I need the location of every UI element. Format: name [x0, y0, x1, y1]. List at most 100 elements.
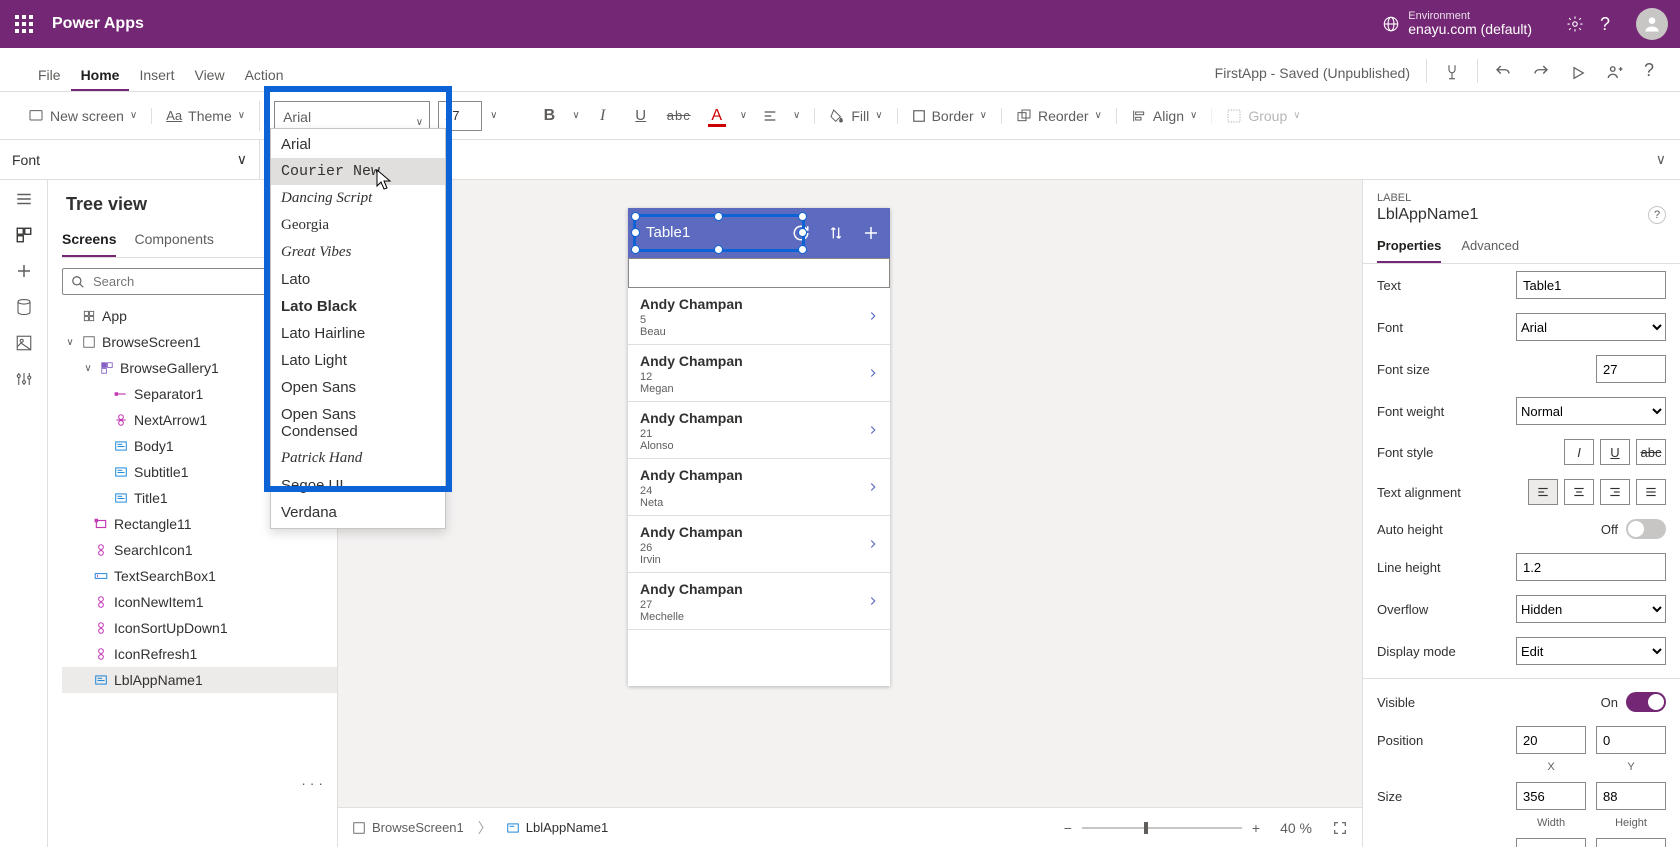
size-w-input[interactable] — [1516, 782, 1586, 810]
font-option[interactable]: Patrick Hand — [271, 445, 445, 472]
italic-button[interactable]: I — [588, 101, 618, 131]
prop-strike-btn[interactable]: abc — [1636, 439, 1666, 465]
prop-underline-btn[interactable]: U — [1600, 439, 1630, 465]
chevron-right-icon[interactable] — [866, 309, 880, 323]
tree-node-textsearchbox[interactable]: TextSearchBox1 — [62, 563, 337, 589]
app-checker-icon[interactable] — [1433, 57, 1471, 91]
pad-top-input[interactable] — [1516, 838, 1586, 847]
text-align-button[interactable] — [755, 101, 785, 131]
zoom-slider[interactable] — [1082, 827, 1242, 829]
tree-node-searchicon[interactable]: SearchIcon1 — [62, 537, 337, 563]
font-option[interactable]: Open Sans — [271, 374, 445, 401]
visible-toggle[interactable] — [1626, 692, 1666, 712]
size-h-input[interactable] — [1596, 782, 1666, 810]
font-option[interactable]: Lato — [271, 266, 445, 293]
tree-tab-screens[interactable]: Screens — [62, 225, 116, 257]
tree-node-lblappname[interactable]: LblAppName1 — [62, 667, 337, 693]
font-option[interactable]: Segoe UI — [271, 472, 445, 499]
crumb-control[interactable]: LblAppName1 — [506, 820, 608, 835]
font-option[interactable]: Open Sans Condensed — [271, 401, 445, 445]
pos-y-input[interactable] — [1596, 726, 1666, 754]
gallery-item[interactable]: Andy Champan24Neta — [628, 459, 890, 516]
canvas[interactable]: Table1 Andy Champan5BeauAndy Champan12Me… — [338, 180, 1362, 847]
zoom-in[interactable]: + — [1252, 820, 1260, 836]
font-option[interactable]: Georgia — [271, 212, 445, 239]
align-left-btn[interactable] — [1528, 479, 1558, 505]
undo-icon[interactable] — [1484, 57, 1522, 91]
add-icon[interactable] — [862, 224, 880, 242]
crumb-screen[interactable]: BrowseScreen1 — [352, 820, 464, 835]
fit-icon[interactable] — [1332, 820, 1348, 836]
gallery-item[interactable]: Andy Champan12Megan — [628, 345, 890, 402]
border-button[interactable]: Border∨ — [897, 108, 987, 124]
theme-button[interactable]: Aa Theme∨ — [151, 108, 245, 124]
font-option[interactable]: Lato Hairline — [271, 320, 445, 347]
sort-icon[interactable] — [828, 225, 844, 241]
prop-italic-btn[interactable]: I — [1564, 439, 1594, 465]
zoom-out[interactable]: − — [1064, 820, 1072, 836]
fill-button[interactable]: Fill∨ — [814, 108, 882, 124]
help-tab-icon[interactable]: ? — [1634, 54, 1664, 91]
tree-node-iconsort[interactable]: IconSortUpDown1 — [62, 615, 337, 641]
property-selector[interactable]: Font ∨ — [0, 140, 260, 179]
rail-hamburger[interactable] — [15, 190, 33, 208]
font-dropdown-list[interactable]: ArialCourier NewDancing ScriptGeorgiaGre… — [270, 128, 446, 529]
chevron-right-icon[interactable] — [866, 423, 880, 437]
redo-icon[interactable] — [1522, 57, 1560, 91]
bold-button[interactable]: B — [534, 101, 564, 131]
tab-home[interactable]: Home — [71, 57, 130, 91]
prop-help-icon[interactable]: ? — [1648, 206, 1666, 224]
overflow-select[interactable]: Hidden — [1516, 595, 1666, 623]
line-height-input[interactable] — [1516, 553, 1666, 581]
font-option[interactable]: Great Vibes — [271, 239, 445, 266]
gallery-item[interactable]: Andy Champan27Mechelle — [628, 573, 890, 630]
gallery-item[interactable]: Andy Champan26Irvin — [628, 516, 890, 573]
font-option[interactable]: Lato Light — [271, 347, 445, 374]
align-right-btn[interactable] — [1600, 479, 1630, 505]
font-size-input[interactable] — [438, 101, 482, 131]
prop-fontsize-input[interactable] — [1596, 355, 1666, 383]
tree-node-iconrefresh[interactable]: IconRefresh1 — [62, 641, 337, 667]
font-color-button[interactable]: A — [702, 101, 732, 131]
rail-data[interactable] — [15, 298, 33, 316]
chevron-right-icon[interactable] — [866, 366, 880, 380]
pad-bottom-input[interactable] — [1596, 838, 1666, 847]
gallery-item[interactable]: Andy Champan21Alonso — [628, 402, 890, 459]
chevron-right-icon[interactable] — [866, 480, 880, 494]
pos-x-input[interactable] — [1516, 726, 1586, 754]
prop-tab-properties[interactable]: Properties — [1377, 232, 1441, 263]
chevron-right-icon[interactable] — [866, 537, 880, 551]
tree-node-iconnew[interactable]: IconNewItem1 — [62, 589, 337, 615]
reorder-button[interactable]: Reorder∨ — [1001, 108, 1102, 124]
play-icon[interactable] — [1560, 59, 1596, 91]
prop-text-input[interactable] — [1516, 271, 1666, 299]
font-option[interactable]: Courier New — [271, 158, 445, 185]
font-combo[interactable]: Arial ∨ — [274, 101, 430, 131]
auto-height-toggle[interactable] — [1626, 519, 1666, 539]
font-option[interactable]: Verdana — [271, 499, 445, 526]
settings-icon[interactable] — [1566, 15, 1584, 33]
displaymode-select[interactable]: Edit — [1516, 637, 1666, 665]
rail-media[interactable] — [15, 334, 33, 352]
rail-insert[interactable] — [15, 262, 33, 280]
align-center-btn[interactable] — [1564, 479, 1594, 505]
rail-treeview[interactable] — [15, 226, 33, 244]
tab-insert[interactable]: Insert — [129, 57, 184, 91]
align-justify-btn[interactable] — [1636, 479, 1666, 505]
user-avatar[interactable] — [1636, 8, 1668, 40]
underline-button[interactable]: U — [626, 101, 656, 131]
waffle-icon[interactable] — [0, 15, 48, 33]
environment-picker[interactable]: Environment enayu.com (default) — [1382, 10, 1532, 37]
strike-button[interactable]: abc — [664, 101, 694, 131]
preview-search[interactable] — [628, 258, 890, 288]
font-option[interactable]: Arial — [271, 131, 445, 158]
new-screen-button[interactable]: New screen∨ — [28, 108, 137, 124]
chevron-right-icon[interactable] — [866, 594, 880, 608]
font-option[interactable]: Lato Black — [271, 293, 445, 320]
tab-action[interactable]: Action — [235, 57, 294, 91]
tab-file[interactable]: File — [28, 57, 71, 91]
share-icon[interactable] — [1596, 57, 1634, 91]
tree-context-button[interactable]: · · · — [301, 775, 323, 791]
gallery-item[interactable]: Andy Champan5Beau — [628, 288, 890, 345]
expand-formula-icon[interactable]: ∨ — [1642, 151, 1680, 168]
